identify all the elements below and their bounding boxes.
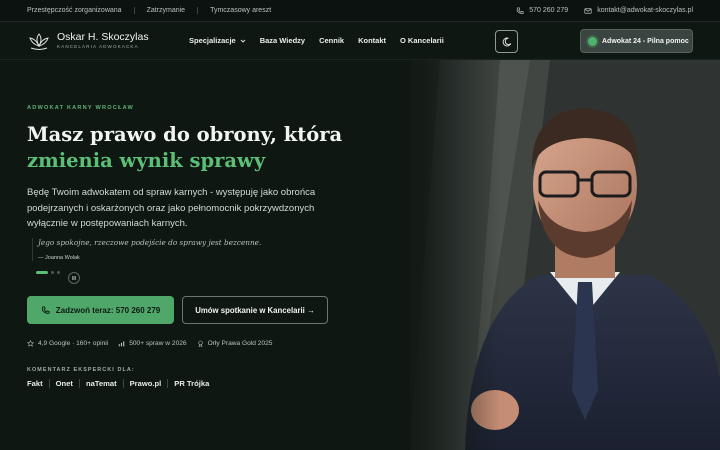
pagination-dot-active[interactable] [36,271,48,274]
expert-comment-label: KOMENTARZ EKSPERCKI DLA: [27,367,135,373]
testimonial-pagination [36,271,60,274]
nav-menu: Specjalizacje Baza Wiedzy Cennik Kontakt… [189,36,444,45]
pagination-dot[interactable] [57,271,60,274]
nav-item-o-kancelarii[interactable]: O Kancelarii [400,36,444,45]
moon-icon [502,37,511,46]
testimonial-pause-button[interactable] [68,272,80,284]
call-now-label: Zadzwoń teraz: 570 260 279 [55,305,161,315]
phone-icon [516,6,524,14]
theme-toggle-button[interactable] [495,30,518,53]
testimonial: Jego spokojne, rzeczowe podejście do spr… [32,238,332,261]
stat-cases: 500+ spraw w 2026 [118,340,187,347]
media-item-pr-trojka: PR Trójka [174,379,210,388]
logo-name: Oskar H. Skoczylas [57,31,149,44]
urgent-help-button[interactable]: Adwokat 24 - Pilna pomoc [580,29,693,53]
topbar-email-text: kontakt@adwokat-skoczylas.pl [597,7,693,14]
media-item-onet: Onet [50,379,80,388]
topbar-phone[interactable]: 570 260 279 [516,6,569,15]
bar-chart-icon [118,341,125,347]
hero-eyebrow: ADWOKAT KARNY WROCŁAW [27,105,135,111]
media-item-fakt: Fakt [27,379,50,388]
topbar-phone-text: 570 260 279 [529,7,569,14]
logo-text: Oskar H. Skoczylas KANCELARIA ADWOKACKA [57,32,149,49]
pagination-dot[interactable] [51,271,54,274]
stat-text: 500+ spraw w 2026 [129,340,187,347]
topbar-links: Przestępczość zorganizowana Zatrzymanie … [27,7,283,14]
hero-section: ADWOKAT KARNY WROCŁAW Masz prawo do obro… [0,60,720,450]
pause-icon [72,276,76,280]
logo[interactable]: Oskar H. Skoczylas KANCELARIA ADWOKACKA [27,30,189,52]
nav-item-specjalizacje[interactable]: Specjalizacje [189,36,246,45]
topbar-link-temporary-arrest[interactable]: Tymczasowy areszt [198,7,283,14]
topbar-email[interactable]: kontakt@adwokat-skoczylas.pl [584,7,693,15]
logo-subtitle: KANCELARIA ADWOKACKA [57,43,139,49]
headline-plain: Masz prawo do obrony, która [27,123,343,146]
photo-fade-overlay [380,60,500,450]
stat-award: Orły Prawa Gold 2025 [197,340,273,347]
nav-item-kontakt[interactable]: Kontakt [358,36,386,45]
call-now-button[interactable]: Zadzwoń teraz: 570 260 279 [27,296,174,324]
headline-accent: zmienia wynik sprawy [27,149,266,172]
star-icon [27,340,34,347]
topbar-contact: 570 260 279 kontakt@adwokat-skoczylas.pl [516,6,693,15]
nav-item-cennik[interactable]: Cennik [319,36,344,45]
nav-item-baza-wiedzy[interactable]: Baza Wiedzy [260,36,305,45]
status-dot-icon [588,36,597,46]
hero-lead: Będę Twoim adwokatem od spraw karnych - … [27,187,316,229]
stat-text: 4,9 Google · 160+ opinii [38,340,109,347]
phone-icon [41,305,50,314]
stat-google-rating: 4,9 Google · 160+ opinii [27,340,108,347]
hero-headline: Masz prawo do obrony, która zmienia wyni… [27,122,377,174]
urgent-help-label: Adwokat 24 - Pilna pomoc [602,37,689,45]
chevron-down-icon [240,39,246,43]
mail-icon [584,7,592,14]
media-item-prawo: Prawo.pl [124,379,169,388]
topbar-link-detention[interactable]: Zatrzymanie [135,7,199,14]
stat-text: Orły Prawa Gold 2025 [207,340,273,347]
nav-item-label: Specjalizacje [189,36,236,45]
hero-stats: 4,9 Google · 160+ opinii 500+ spraw w 20… [27,340,272,347]
topbar-link-organized-crime[interactable]: Przestępczość zorganizowana [27,7,135,14]
main-nav: Oskar H. Skoczylas KANCELARIA ADWOKACKA … [0,22,720,60]
top-utility-bar: Przestępczość zorganizowana Zatrzymanie … [0,0,720,22]
testimonial-quote: Jego spokojne, rzeczowe podejście do spr… [38,238,262,247]
media-item-natemat: naTemat [80,379,124,388]
book-meeting-button[interactable]: Umów spotkanie w Kancelarii → [182,296,328,324]
media-logos: Fakt Onet naTemat Prawo.pl PR Trójka [27,379,215,388]
lotus-logo-icon [29,32,49,50]
testimonial-author: — Joanna Wolak [38,255,80,261]
award-icon [197,340,203,347]
